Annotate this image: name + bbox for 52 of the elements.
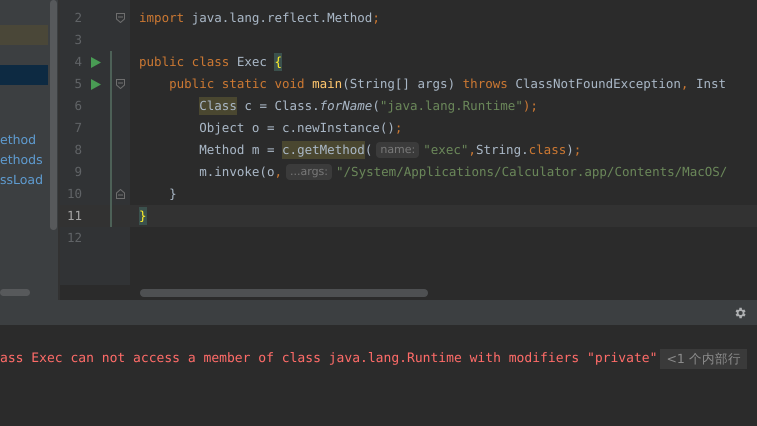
- line-number: 11: [66, 206, 82, 225]
- code-token: ,: [680, 74, 690, 93]
- code-token: ;: [372, 8, 380, 27]
- tree-item[interactable]: ethods: [0, 150, 48, 170]
- run-icon[interactable]: [91, 56, 101, 68]
- folded-lines-link[interactable]: <1 个内部行: [660, 349, 747, 369]
- code-token: c = Class.: [244, 96, 320, 115]
- code-token: java.lang.reflect.Method: [192, 8, 372, 27]
- code-token: public static void: [169, 74, 306, 93]
- code-token: "java.lang.Runtime": [380, 96, 523, 115]
- parameter-hint: ...args:: [286, 164, 332, 180]
- code-token: ;: [394, 118, 402, 137]
- settings-icon[interactable]: [733, 306, 747, 320]
- code-token: forName: [320, 96, 372, 115]
- run-icon[interactable]: [91, 78, 101, 90]
- code-token: }: [169, 184, 177, 203]
- code-token: Class: [199, 96, 237, 116]
- tree-item[interactable]: ethod: [0, 130, 48, 150]
- code-token: Inst: [696, 74, 726, 93]
- code-token: );: [522, 96, 538, 115]
- fold-icon[interactable]: [116, 13, 124, 23]
- parameter-hint: name:: [376, 142, 420, 158]
- code-token: (: [372, 96, 380, 115]
- code-token: ClassNotFoundException: [515, 74, 681, 93]
- code-token: (String[] args): [342, 74, 456, 93]
- code-token: ,: [274, 162, 282, 181]
- tree-item[interactable]: ssLoad: [0, 170, 48, 190]
- code-token: public class: [139, 52, 230, 71]
- fold-icon[interactable]: [116, 79, 124, 89]
- code-token: throws: [462, 74, 509, 93]
- code-token: String.: [476, 140, 529, 159]
- error-message: ass Exec can not access a member of class java.lang.Runtime with modifiers "private": [0, 350, 658, 368]
- scrollbar-thumb[interactable]: [140, 288, 428, 296]
- scrollbar-thumb[interactable]: [50, 0, 56, 230]
- code-token: ,: [468, 140, 476, 159]
- code-token: import: [139, 8, 184, 27]
- code-token: "exec": [423, 140, 468, 159]
- code-token: {: [274, 52, 282, 72]
- code-token: }: [139, 206, 147, 226]
- code-token: Object o = c.newInstance(): [199, 118, 395, 137]
- scrollbar-thumb[interactable]: [0, 289, 30, 296]
- code-token: ;: [574, 140, 582, 159]
- fold-icon[interactable]: [116, 189, 124, 199]
- code-token: c.getMethod: [282, 140, 365, 160]
- code-token: Exec: [236, 52, 268, 71]
- code-token: m.invoke(o: [199, 162, 274, 181]
- code-token: class: [528, 140, 566, 159]
- code-token: ): [566, 140, 574, 159]
- code-token: main: [312, 74, 342, 93]
- code-token: Method m =: [199, 140, 276, 159]
- code-token: (: [364, 140, 372, 159]
- code-token: "/System/Applications/Calculator.app/Contents/MacOS/: [336, 162, 728, 181]
